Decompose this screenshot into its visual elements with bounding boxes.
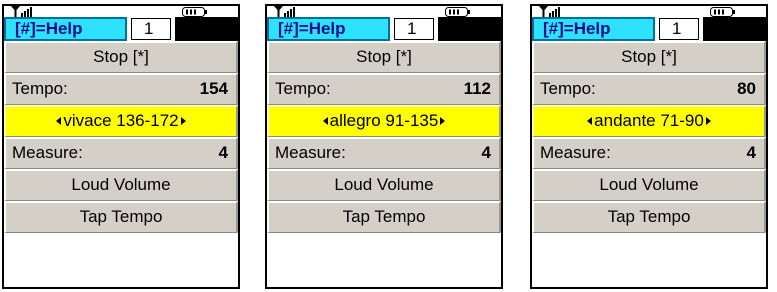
measure-value: 4 bbox=[218, 143, 228, 162]
tempo-range-selector[interactable]: andante 71-90 bbox=[532, 105, 766, 137]
battery-icon bbox=[182, 7, 207, 17]
measure-label: Measure: bbox=[12, 143, 83, 162]
measure-row[interactable]: Measure: 4 bbox=[267, 137, 501, 169]
measure-row[interactable]: Measure: 4 bbox=[532, 137, 766, 169]
header-filler bbox=[175, 17, 238, 41]
tempo-range-label: vivace 136-172 bbox=[63, 111, 179, 130]
stop-button[interactable]: Stop [*] bbox=[4, 41, 238, 73]
signal-strength-icon bbox=[274, 6, 295, 17]
status-bar bbox=[267, 6, 501, 17]
tempo-value: 80 bbox=[737, 79, 756, 98]
phone-screen-2: [#]=Help 1 Stop [*] Tempo: 112 allegro 9… bbox=[265, 4, 503, 289]
tempo-range-label: allegro 91-135 bbox=[329, 111, 439, 130]
tap-tempo-button[interactable]: Tap Tempo bbox=[267, 201, 501, 233]
status-bar bbox=[4, 6, 238, 17]
measure-row[interactable]: Measure: 4 bbox=[4, 137, 238, 169]
tempo-row[interactable]: Tempo: 80 bbox=[532, 73, 766, 105]
help-button[interactable]: [#]=Help bbox=[267, 17, 390, 41]
measure-value: 4 bbox=[481, 143, 491, 162]
page-number: 1 bbox=[659, 18, 699, 40]
right-arrow-icon[interactable] bbox=[180, 116, 186, 125]
header-filler bbox=[438, 17, 501, 41]
phone-screen-1: [#]=Help 1 Stop [*] Tempo: 154 vivace 13… bbox=[2, 4, 240, 289]
tempo-row[interactable]: Tempo: 154 bbox=[4, 73, 238, 105]
tempo-value: 154 bbox=[199, 79, 228, 98]
tempo-range-selector[interactable]: vivace 136-172 bbox=[4, 105, 238, 137]
menu-list: Stop [*] Tempo: 112 allegro 91-135 Measu… bbox=[267, 41, 501, 233]
tempo-row[interactable]: Tempo: 112 bbox=[267, 73, 501, 105]
measure-label: Measure: bbox=[540, 143, 611, 162]
menu-list: Stop [*] Tempo: 154 vivace 136-172 Measu… bbox=[4, 41, 238, 233]
tempo-label: Tempo: bbox=[12, 79, 68, 98]
left-arrow-icon[interactable] bbox=[587, 116, 593, 125]
help-button[interactable]: [#]=Help bbox=[4, 17, 127, 41]
loud-volume-button[interactable]: Loud Volume bbox=[4, 169, 238, 201]
tempo-range-label: andante 71-90 bbox=[594, 111, 704, 130]
stop-button[interactable]: Stop [*] bbox=[267, 41, 501, 73]
header-bar: [#]=Help 1 bbox=[4, 17, 238, 41]
loud-volume-button[interactable]: Loud Volume bbox=[267, 169, 501, 201]
measure-label: Measure: bbox=[275, 143, 346, 162]
page-number: 1 bbox=[394, 18, 434, 40]
stop-button[interactable]: Stop [*] bbox=[532, 41, 766, 73]
page-number: 1 bbox=[131, 18, 171, 40]
measure-value: 4 bbox=[746, 143, 756, 162]
header-bar: [#]=Help 1 bbox=[532, 17, 766, 41]
right-arrow-icon[interactable] bbox=[705, 116, 711, 125]
phone-screen-3: [#]=Help 1 Stop [*] Tempo: 80 andante 71… bbox=[530, 4, 768, 289]
tap-tempo-button[interactable]: Tap Tempo bbox=[532, 201, 766, 233]
battery-icon bbox=[710, 7, 735, 17]
tempo-range-selector[interactable]: allegro 91-135 bbox=[267, 105, 501, 137]
header-filler bbox=[703, 17, 766, 41]
help-button[interactable]: [#]=Help bbox=[532, 17, 655, 41]
battery-icon bbox=[445, 7, 470, 17]
header-bar: [#]=Help 1 bbox=[267, 17, 501, 41]
status-bar bbox=[532, 6, 766, 17]
signal-strength-icon bbox=[539, 6, 560, 17]
loud-volume-button[interactable]: Loud Volume bbox=[532, 169, 766, 201]
menu-list: Stop [*] Tempo: 80 andante 71-90 Measure… bbox=[532, 41, 766, 233]
left-arrow-icon[interactable] bbox=[56, 116, 62, 125]
left-arrow-icon[interactable] bbox=[322, 116, 328, 125]
tap-tempo-button[interactable]: Tap Tempo bbox=[4, 201, 238, 233]
tempo-label: Tempo: bbox=[540, 79, 596, 98]
signal-strength-icon bbox=[11, 6, 32, 17]
tempo-label: Tempo: bbox=[275, 79, 331, 98]
right-arrow-icon[interactable] bbox=[440, 116, 446, 125]
tempo-value: 112 bbox=[463, 79, 491, 98]
